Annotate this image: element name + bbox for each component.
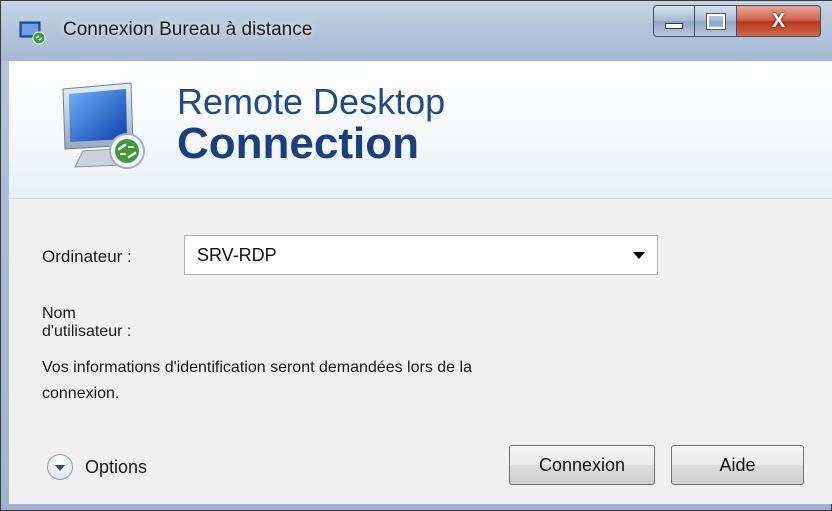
close-button[interactable]: X [737,5,821,37]
help-button[interactable]: Aide [671,445,804,485]
window-title: Connexion Bureau à distance [63,19,313,40]
app-icon [19,21,46,45]
computer-value[interactable]: SRV-RDP [197,245,277,266]
remote-desktop-monitor-icon [62,82,145,169]
window-controls: X [653,5,821,39]
computer-combobox[interactable]: SRV-RDP [184,235,658,275]
window-frame: Connexion Bureau à distance X Remote Des… [0,0,832,511]
username-label-line2: d'utilisateur : [42,323,132,340]
close-icon: X [771,9,786,32]
computer-label: Ordinateur : [42,247,132,266]
maximize-button[interactable] [695,5,737,37]
brand-title-line1: Remote Desktop [177,81,446,122]
minimize-button[interactable] [653,5,695,37]
credentials-info-line2: connexion. [42,385,120,402]
minimize-icon [665,23,683,29]
username-label-line1: Nom [42,305,76,322]
header-banner: Remote Desktop Connection [9,61,832,199]
brand-title-line2: Connection [177,119,419,168]
chevron-down-icon [55,465,65,471]
maximize-icon [705,12,726,30]
options-label[interactable]: Options [85,457,147,478]
connect-button[interactable]: Connexion [509,445,655,485]
options-toggle[interactable]: Options [47,453,147,481]
dialog-client-area: Remote Desktop Connection Ordinateur : S… [9,61,832,504]
dropdown-arrow-icon[interactable] [633,252,645,259]
title-bar[interactable]: Connexion Bureau à distance X [1,1,832,61]
credentials-info-line1: Vos informations d'identification seront… [42,359,472,376]
expand-options-icon[interactable] [47,454,73,480]
